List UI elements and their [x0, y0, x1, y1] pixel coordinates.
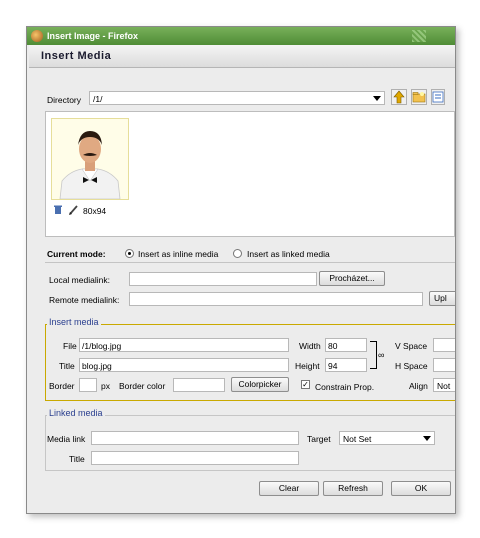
dialog-header: Insert Media [29, 45, 455, 68]
hspace-label: H Space [395, 361, 428, 371]
inline-mode-label: Insert as inline media [138, 249, 219, 259]
align-select[interactable]: Not [433, 378, 455, 392]
title-input[interactable]: blog.jpg [79, 358, 289, 372]
chevron-down-icon [423, 436, 431, 441]
dialog-window: Insert Image - Firefox Insert Media Dire… [26, 26, 456, 514]
target-select[interactable]: Not Set [339, 431, 435, 445]
trash-icon[interactable] [53, 204, 63, 217]
insert-media-legend: Insert media [47, 317, 101, 327]
page-title: Insert Media [41, 50, 112, 62]
list-view-icon [432, 91, 444, 103]
clear-button[interactable]: Clear [259, 481, 319, 496]
title-bar: Insert Image - Firefox [27, 27, 455, 45]
arrow-up-icon [393, 90, 405, 104]
linked-title-label: Title [69, 454, 85, 464]
local-medialink-input[interactable] [129, 272, 317, 286]
upload-button[interactable]: Upl [429, 291, 455, 306]
title-bar-grip [412, 30, 426, 42]
window-title: Insert Image - Firefox [47, 31, 139, 41]
divider [45, 262, 455, 263]
new-folder-icon [412, 92, 426, 103]
thumbnail-size: 80x94 [83, 206, 107, 216]
vspace-label: V Space [395, 341, 428, 351]
constrain-bracket [370, 341, 377, 369]
firefox-icon [31, 30, 43, 42]
border-label: Border [49, 381, 75, 391]
view-mode-button[interactable] [431, 89, 445, 105]
target-value: Not Set [343, 434, 372, 444]
ok-button[interactable]: OK [391, 481, 451, 496]
browse-button[interactable]: Procházet... [319, 271, 385, 286]
linked-media-legend: Linked media [47, 408, 105, 418]
new-folder-button[interactable] [411, 89, 427, 105]
file-browser-pane: 80x94 [45, 111, 455, 237]
file-input[interactable]: /1/blog.jpg [79, 338, 289, 352]
height-label: Height [295, 361, 320, 371]
constrain-checkbox[interactable]: ✓ [301, 380, 310, 389]
directory-select[interactable]: /1/ [89, 91, 385, 105]
refresh-button[interactable]: Refresh [323, 481, 383, 496]
align-label: Align [409, 381, 428, 391]
remote-medialink-label: Remote medialink: [49, 295, 120, 305]
edit-pencil-icon[interactable] [68, 204, 79, 217]
folder-up-button[interactable] [391, 89, 407, 105]
colorpicker-button[interactable]: Colorpicker [231, 377, 289, 392]
linked-mode-radio[interactable] [233, 249, 242, 258]
constrain-label: Constrain Prop. [315, 382, 375, 392]
border-color-label: Border color [119, 381, 166, 391]
link-chain-icon: ∞ [378, 350, 385, 360]
width-label: Width [299, 341, 321, 351]
target-label: Target [307, 434, 331, 444]
inline-mode-radio[interactable] [125, 249, 134, 258]
border-input[interactable] [79, 378, 97, 392]
title-label: Title [59, 361, 75, 371]
border-color-input[interactable] [173, 378, 225, 392]
current-mode-label: Current mode: [47, 249, 106, 259]
thumbnail-item[interactable] [51, 118, 129, 200]
align-value: Not [437, 381, 451, 391]
chevron-down-icon [373, 96, 381, 101]
vspace-input[interactable] [433, 338, 455, 352]
hspace-input[interactable] [433, 358, 455, 372]
height-input[interactable]: 94 [325, 358, 367, 372]
directory-label: Directory [47, 95, 82, 105]
file-label: File [63, 341, 77, 351]
linked-mode-label: Insert as linked media [247, 249, 330, 259]
border-px-unit: px [101, 381, 110, 391]
remote-medialink-input[interactable] [129, 292, 423, 306]
local-medialink-label: Local medialink: [49, 275, 110, 285]
media-link-input[interactable] [91, 431, 299, 445]
directory-value: /1/ [93, 94, 103, 104]
media-link-label: Media link [47, 434, 86, 444]
portrait-thumbnail-image [52, 119, 128, 200]
width-input[interactable]: 80 [325, 338, 367, 352]
linked-title-input[interactable] [91, 451, 299, 465]
